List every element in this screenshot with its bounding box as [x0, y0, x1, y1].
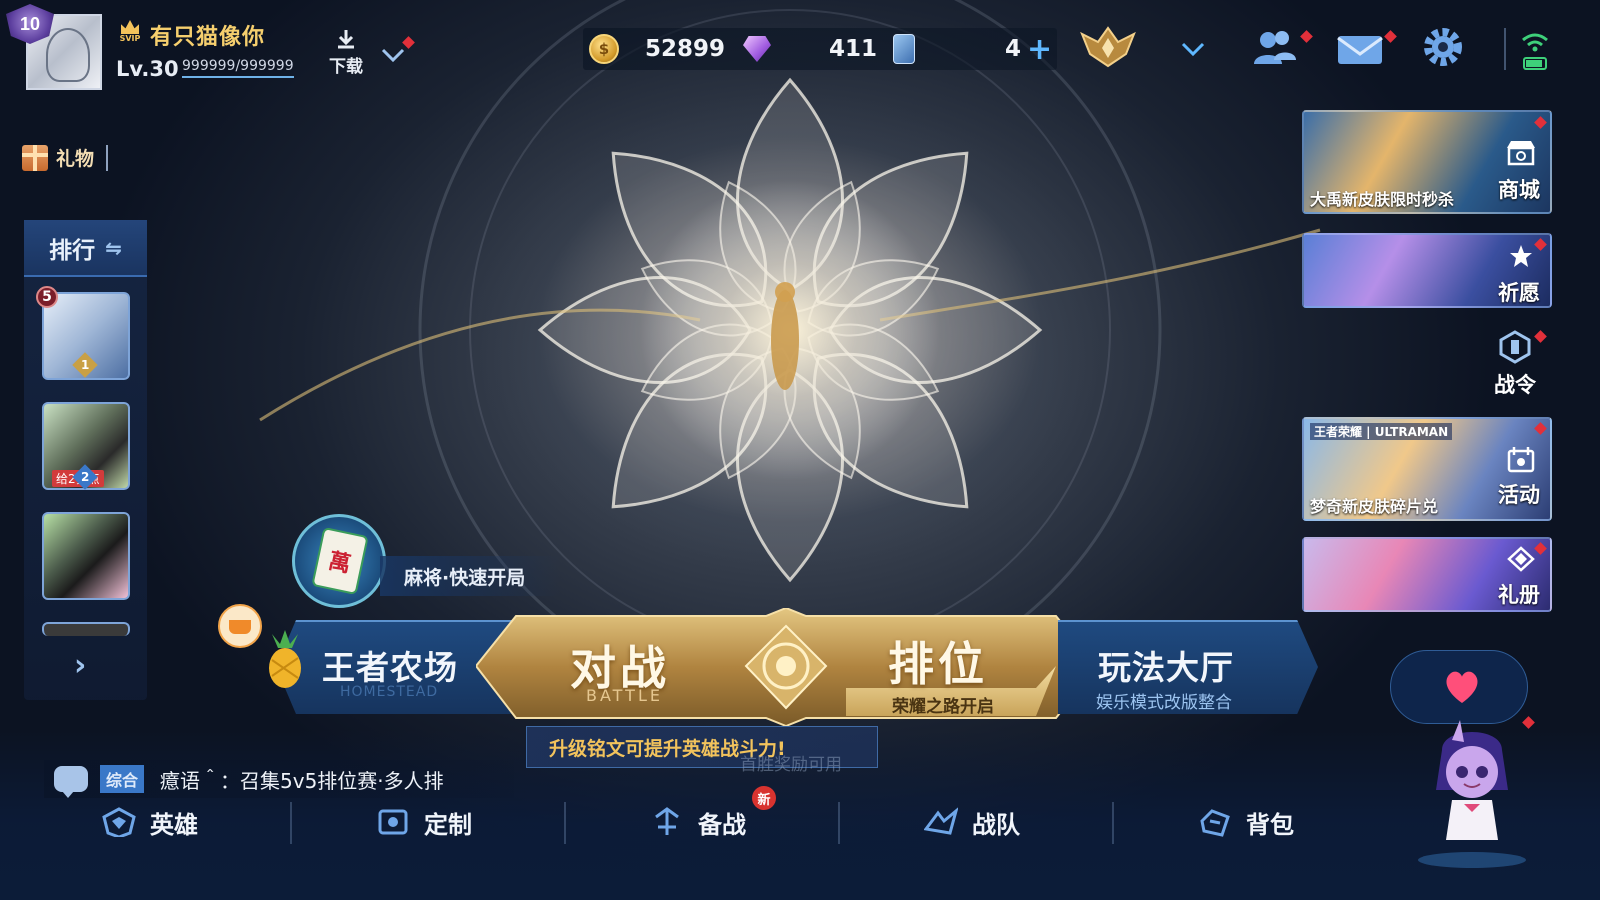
svip-icon: SVIP	[117, 20, 143, 50]
event-entry[interactable]: 王者荣耀 | ULTRAMAN 活动 梦奇新皮肤碎片兑	[1302, 417, 1552, 521]
nav-team-label: 战队	[972, 810, 1020, 839]
pineapple-icon	[269, 630, 301, 688]
farm-title: 王者农场	[322, 648, 458, 687]
shop-icon	[1507, 141, 1535, 166]
add-ticket-icon[interactable]: +	[1027, 32, 1052, 67]
settings-icon[interactable]	[1420, 24, 1466, 70]
nav-divider	[838, 802, 840, 844]
vip-level: 10	[19, 13, 41, 34]
team-icon	[924, 807, 958, 835]
tip-ghost-text: 首胜奖励可用	[740, 755, 842, 775]
diamond-value: 411	[829, 36, 878, 62]
svip-tag: SVIP	[119, 34, 141, 43]
nav-divider	[564, 802, 566, 844]
nav-prepare-label: 备战	[698, 810, 746, 839]
wish-icon	[1510, 245, 1532, 267]
chat-channel[interactable]: 综合	[100, 765, 145, 793]
modes-hall-subtitle: 娱乐模式改版整合	[1096, 693, 1232, 713]
nav-prepare[interactable]: 备战	[650, 802, 746, 842]
gift-button[interactable]: 礼物	[22, 144, 109, 171]
battlepass-icon	[1499, 330, 1531, 364]
ranking-title: 排行	[49, 237, 96, 264]
mahjong-tile-icon: 萬	[311, 526, 369, 596]
battlepass-entry[interactable]: 战令	[1484, 330, 1546, 399]
hero-icon	[102, 807, 136, 837]
gift-divider	[106, 144, 109, 171]
friend-avatar[interactable]	[42, 512, 130, 600]
mascot-bubble[interactable]	[1390, 650, 1528, 724]
gold-coin-icon: $	[589, 34, 619, 64]
chat-bar[interactable]: 综合 癔语＾：召集5v5排位赛·多人排	[44, 760, 514, 798]
ticket-resource[interactable]: 4 +	[893, 28, 1052, 70]
new-badge: 新	[752, 786, 776, 810]
player-exp: 999999/999999	[182, 58, 294, 78]
friends-icon[interactable]	[1250, 26, 1302, 70]
resource-bar: $ 52899 411 4 +	[583, 28, 1057, 70]
event-icon	[1507, 447, 1535, 473]
friend-rank-badge: 5	[36, 286, 58, 308]
nav-custom-label: 定制	[424, 810, 472, 839]
nav-bag-label: 背包	[1246, 810, 1294, 839]
ticket-icon	[893, 34, 915, 64]
event-label: 活动	[1498, 483, 1540, 507]
nav-divider	[290, 802, 292, 844]
player-name: 有只猫像你	[150, 25, 266, 50]
nav-divider	[1112, 802, 1114, 844]
gift-label: 礼物	[56, 148, 95, 170]
mahjong-label[interactable]: 麻将·快速开局	[380, 556, 560, 596]
prepare-icon	[655, 807, 679, 835]
event-tag: 王者荣耀 | ULTRAMAN	[1310, 423, 1453, 440]
album-entry[interactable]: 礼册	[1302, 537, 1552, 612]
ranked-title: 排位	[888, 637, 988, 691]
album-label: 礼册	[1498, 583, 1540, 607]
player-level: Lv.30	[116, 57, 179, 81]
farm-subtitle: HOMESTEAD	[340, 684, 439, 700]
gold-value: 52899	[645, 36, 726, 62]
top-divider	[1504, 28, 1506, 70]
profile-chevron-icon[interactable]	[380, 46, 406, 64]
download-label: 下载	[329, 57, 363, 77]
nav-heroes-label: 英雄	[150, 810, 198, 839]
swap-icon: ⇋	[105, 235, 122, 260]
album-icon	[1507, 546, 1535, 572]
mascot-character[interactable]	[1412, 720, 1532, 870]
event-caption: 梦奇新皮肤碎片兑	[1310, 497, 1439, 516]
friend-avatar[interactable]	[42, 622, 130, 636]
wish-entry[interactable]: 祈愿	[1302, 233, 1552, 308]
mail-icon[interactable]	[1334, 26, 1386, 70]
download-button[interactable]: 下载	[326, 28, 366, 77]
ranking-more-icon[interactable]: ›	[74, 648, 86, 683]
mahjong-mode-button[interactable]: 萬	[292, 514, 386, 608]
basket-icon[interactable]	[218, 604, 262, 648]
shop-entry[interactable]: 商城 大禹新皮肤限时秒杀	[1302, 110, 1552, 214]
ranking-header[interactable]: 排行 ⇋	[24, 220, 147, 277]
diamond-icon	[743, 36, 771, 62]
ranking-panel: 排行 ⇋ 5 1 给2赞点 2 ›	[24, 220, 147, 700]
shop-label: 商城	[1498, 178, 1540, 202]
battle-subtitle: BATTLE	[586, 686, 663, 705]
wifi-icon	[1522, 33, 1548, 70]
bag-icon	[1200, 809, 1230, 837]
gold-resource[interactable]: $ 52899	[589, 28, 725, 70]
ticket-value: 4	[1005, 36, 1022, 62]
gift-icon	[22, 144, 48, 171]
wish-label: 祈愿	[1498, 281, 1540, 305]
modes-hall-title: 玩法大厅	[1098, 648, 1234, 687]
nav-team[interactable]: 战队	[924, 802, 1020, 842]
heart-icon	[1446, 671, 1478, 703]
chat-icon[interactable]	[54, 766, 88, 798]
rank-emblem-icon[interactable]	[1078, 24, 1138, 70]
custom-icon	[378, 809, 408, 835]
ranked-subtitle: 荣耀之路开启	[892, 697, 994, 717]
nav-heroes[interactable]: 英雄	[102, 802, 198, 842]
nav-bag[interactable]: 背包	[1198, 802, 1294, 842]
expand-chevron-icon[interactable]	[1180, 40, 1206, 58]
chat-message: 癔语＾：召集5v5排位赛·多人排	[160, 768, 444, 793]
battlepass-label: 战令	[1494, 373, 1536, 397]
diamond-resource[interactable]: 411	[743, 28, 877, 70]
shop-caption: 大禹新皮肤限时秒杀	[1310, 190, 1455, 209]
nav-custom[interactable]: 定制	[376, 802, 472, 842]
download-icon	[338, 30, 354, 49]
